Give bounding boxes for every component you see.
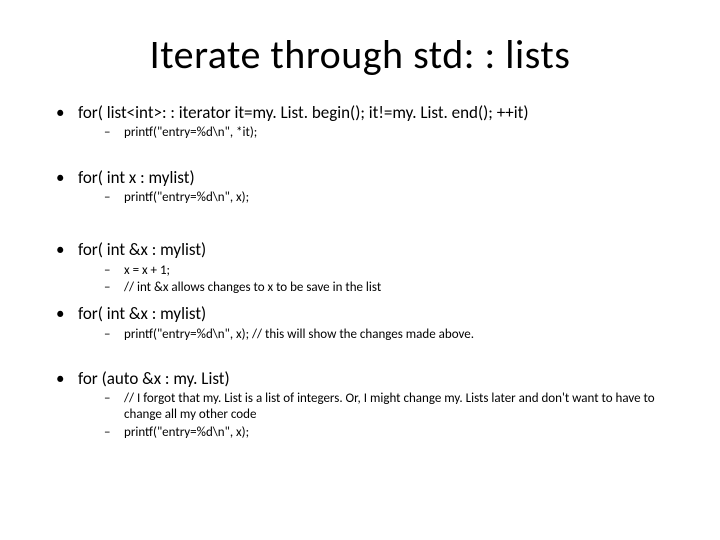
bullet-item: for( int &x : mylist) x = x + 1;// int &x… (56, 240, 690, 296)
bullet-item: for( int &x : mylist) printf("entry=%d\n"… (56, 304, 690, 343)
slide-title: Iterate through std: : lists (30, 30, 690, 79)
bullet-text: for (auto &x : my. List) (78, 368, 230, 389)
slide: Iterate through std: : lists for( list<i… (0, 0, 720, 540)
sub-list: x = x + 1;// int &x allows changes to x … (104, 263, 690, 297)
sub-item: printf("entry=%d\n", x); (104, 190, 690, 206)
sub-item: printf("entry=%d\n", x); (104, 425, 690, 441)
sub-list: printf("entry=%d\n", x); (104, 190, 690, 206)
sub-list: // I forgot that my. List is a list of i… (104, 391, 690, 441)
bullet-text: for( int &x : mylist) (78, 239, 206, 260)
bullet-list: for( list<int>: : iterator it=my. List. … (56, 103, 690, 441)
bullet-item: for( int x : mylist) printf("entry=%d\n",… (56, 168, 690, 207)
sub-item: // I forgot that my. List is a list of i… (104, 391, 690, 424)
bullet-item: for( list<int>: : iterator it=my. List. … (56, 103, 690, 142)
bullet-text: for( list<int>: : iterator it=my. List. … (78, 102, 529, 123)
spacer (56, 347, 690, 369)
spacer (56, 210, 690, 240)
sub-item: printf("entry=%d\n", *it); (104, 125, 690, 141)
sub-item: printf("entry=%d\n", x); // this will sh… (104, 327, 690, 343)
sub-item: x = x + 1; (104, 263, 690, 279)
spacer (56, 146, 690, 168)
sub-list: printf("entry=%d\n", x); // this will sh… (104, 327, 690, 343)
sub-item: // int &x allows changes to x to be save… (104, 280, 690, 296)
bullet-text: for( int x : mylist) (78, 167, 195, 188)
bullet-item: for (auto &x : my. List)// I forgot that… (56, 369, 690, 441)
sub-list: printf("entry=%d\n", *it); (104, 125, 690, 141)
bullet-text: for( int &x : mylist) (78, 303, 206, 324)
